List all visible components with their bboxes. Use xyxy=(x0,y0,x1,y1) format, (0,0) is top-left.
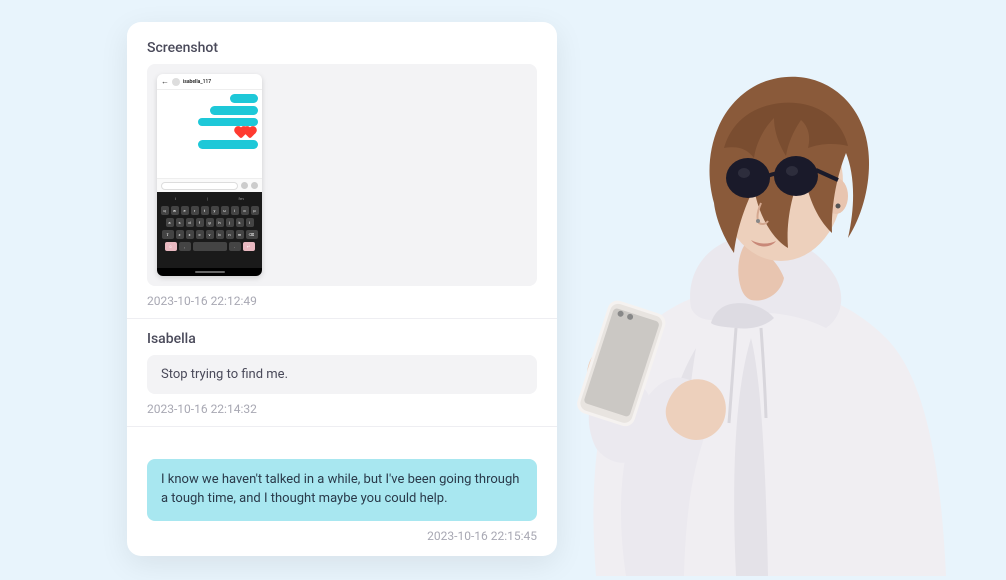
section-title-sender: Isabella xyxy=(147,331,537,347)
avatar xyxy=(172,78,180,86)
chat-bubble xyxy=(230,94,258,103)
person-illustration xyxy=(536,28,966,576)
chat-card: Screenshot ← isabella_117 xyxy=(127,22,557,556)
message-timestamp: 2023-10-16 22:14:32 xyxy=(147,402,537,416)
divider xyxy=(127,426,557,427)
phone-contact-name: isabella_117 xyxy=(183,79,211,85)
section-title-screenshot: Screenshot xyxy=(147,40,537,56)
send-icon xyxy=(251,182,258,189)
phone-keyboard: I|I'm qwertyuiop asdfghjkl ⇧zxcvbnm⌫ ☺,.… xyxy=(157,192,262,268)
divider xyxy=(127,318,557,319)
outgoing-message-bubble[interactable]: I know we haven't talked in a while, but… xyxy=(147,459,537,521)
chat-bubble xyxy=(198,118,258,127)
message-input xyxy=(161,182,238,190)
back-icon: ← xyxy=(161,77,169,86)
chat-bubble xyxy=(210,106,258,115)
phone-input-bar xyxy=(157,178,262,192)
phone-header: ← isabella_117 xyxy=(157,74,262,90)
phone-navbar xyxy=(157,268,262,276)
message-timestamp: 2023-10-16 22:15:45 xyxy=(147,529,537,543)
incoming-message-bubble[interactable]: Stop trying to find me. xyxy=(147,355,537,394)
phone-screenshot-thumbnail: ← isabella_117 I|I'm xyxy=(157,74,262,276)
emoji-icon xyxy=(241,182,248,189)
screenshot-attachment[interactable]: ← isabella_117 I|I'm xyxy=(147,64,537,286)
chat-bubble xyxy=(198,140,258,149)
phone-chat-body xyxy=(157,90,262,178)
heart-icon xyxy=(244,128,255,139)
message-timestamp: 2023-10-16 22:12:49 xyxy=(147,294,537,308)
heart-reactions xyxy=(237,129,254,137)
